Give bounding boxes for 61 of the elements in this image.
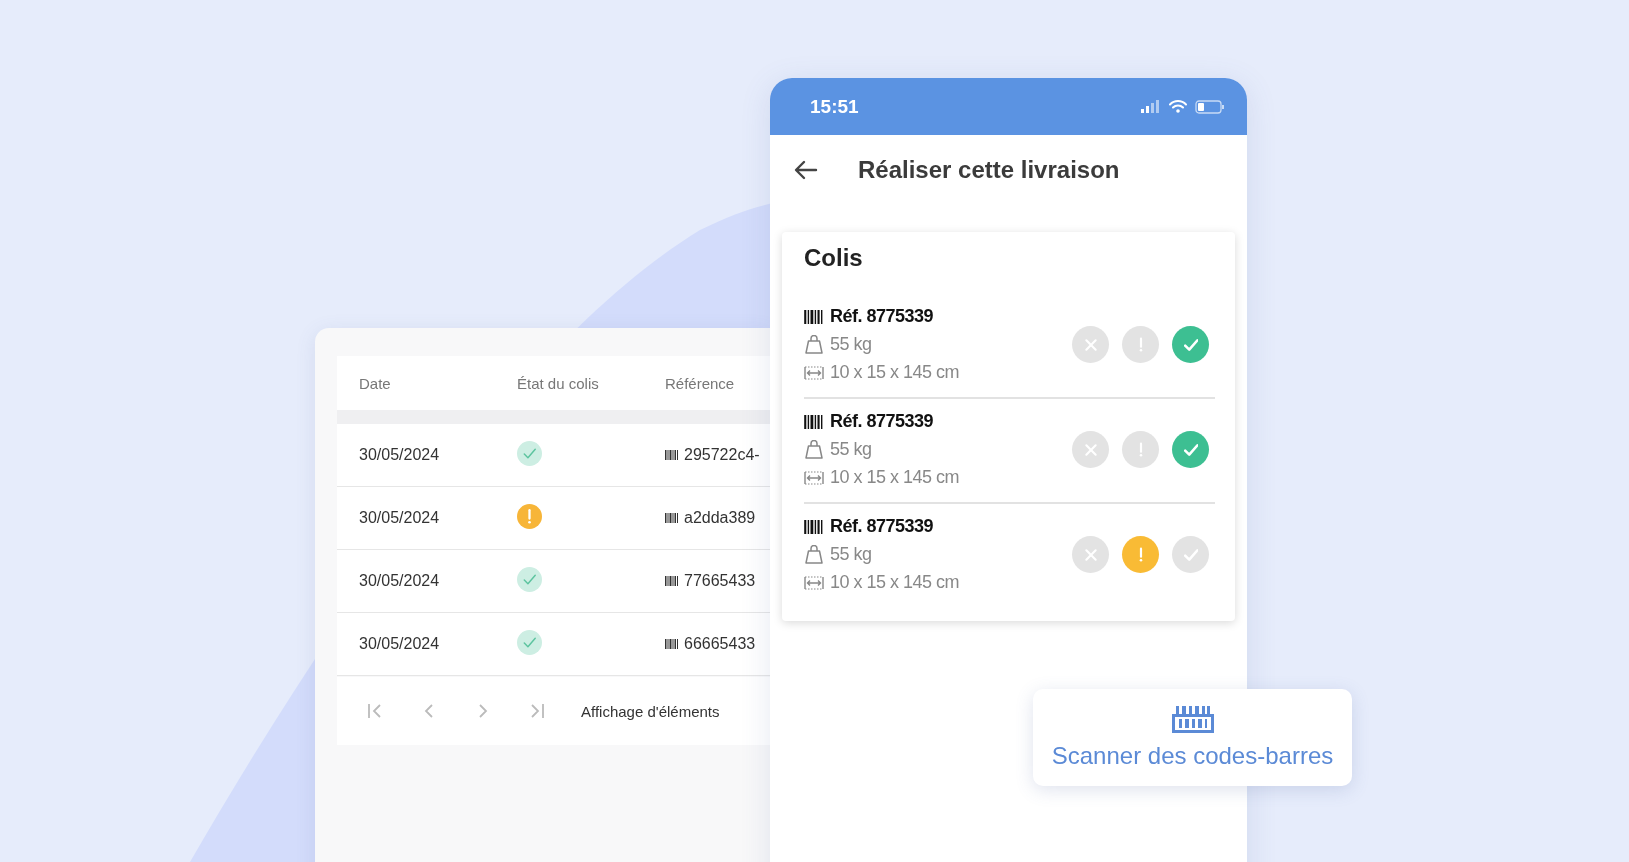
- date-cell-text: 30/05/2024: [358, 509, 441, 527]
- column-header: Référence: [665, 374, 735, 392]
- exclamation-icon: [1138, 442, 1143, 457]
- cross-button[interactable]: [1072, 536, 1109, 573]
- screen-title: Réaliser cette livraison: [858, 156, 1120, 184]
- weight-icon: [804, 334, 824, 355]
- wifi-icon: [1169, 100, 1187, 113]
- package-weight: 55 kg: [830, 439, 872, 460]
- date-cell-text: 30/05/2024: [358, 572, 441, 590]
- pagination-info: Affichage d'éléments: [581, 702, 720, 720]
- barcode-icon: [665, 513, 679, 523]
- package-dimensions: 10 x 15 x 145 cm: [830, 572, 960, 593]
- signal-icon: [1141, 100, 1161, 113]
- check-icon: [1183, 442, 1198, 457]
- battery-icon: [1195, 99, 1225, 114]
- reference-cell: 77665433: [684, 572, 756, 590]
- check-icon: [1183, 547, 1198, 562]
- check-icon: [1183, 337, 1198, 352]
- weight-icon: [804, 439, 824, 460]
- check-button[interactable]: [1172, 326, 1209, 363]
- dimensions-icon: [804, 364, 824, 381]
- status-time: 15:51: [810, 95, 860, 118]
- cross-icon: [1083, 547, 1098, 562]
- cross-button[interactable]: [1072, 326, 1109, 363]
- barcode-icon: [665, 576, 679, 586]
- date-cell-text: 30/05/2024: [358, 635, 441, 653]
- cross-icon: [1083, 442, 1098, 457]
- package-reference: Réf. 8775339: [830, 411, 934, 432]
- reference-cell: 66665433: [684, 635, 756, 653]
- card-title: Colis: [804, 244, 864, 272]
- column-header: État du colis: [517, 374, 600, 392]
- dimensions-icon: [804, 574, 824, 591]
- check-button[interactable]: [1172, 431, 1209, 468]
- back-arrow-icon[interactable]: [794, 160, 818, 180]
- barcode-icon: [665, 450, 679, 460]
- warning-button[interactable]: [1122, 326, 1159, 363]
- cross-button[interactable]: [1072, 431, 1109, 468]
- package-reference: Réf. 8775339: [830, 516, 934, 537]
- cross-icon: [1083, 337, 1098, 352]
- warning-button[interactable]: [1122, 431, 1159, 468]
- barcode-icon: [665, 639, 679, 649]
- scan-barcodes-button[interactable]: Scanner des codes-barres: [1033, 689, 1352, 786]
- package-weight: 55 kg: [830, 334, 872, 355]
- reference-cell: a2dda389: [684, 509, 756, 527]
- exclamation-icon: [1138, 337, 1143, 352]
- warning-button[interactable]: [1122, 536, 1159, 573]
- check-button[interactable]: [1172, 536, 1209, 573]
- dimensions-icon: [804, 469, 824, 486]
- package-dimensions: 10 x 15 x 145 cm: [830, 467, 960, 488]
- reference-cell: 295722c4-: [684, 446, 760, 464]
- barcode-icon: [804, 309, 824, 324]
- barcode-icon: [804, 414, 824, 429]
- package-reference: Réf. 8775339: [830, 306, 934, 327]
- package-dimensions: 10 x 15 x 145 cm: [830, 362, 960, 383]
- weight-icon: [804, 544, 824, 565]
- package-weight: 55 kg: [830, 544, 872, 565]
- column-header: Date: [358, 374, 392, 392]
- barcode-scanner-icon: [1171, 705, 1214, 734]
- date-cell-text: 30/05/2024: [358, 446, 441, 464]
- barcode-icon: [804, 519, 824, 534]
- exclamation-icon: [1138, 547, 1143, 562]
